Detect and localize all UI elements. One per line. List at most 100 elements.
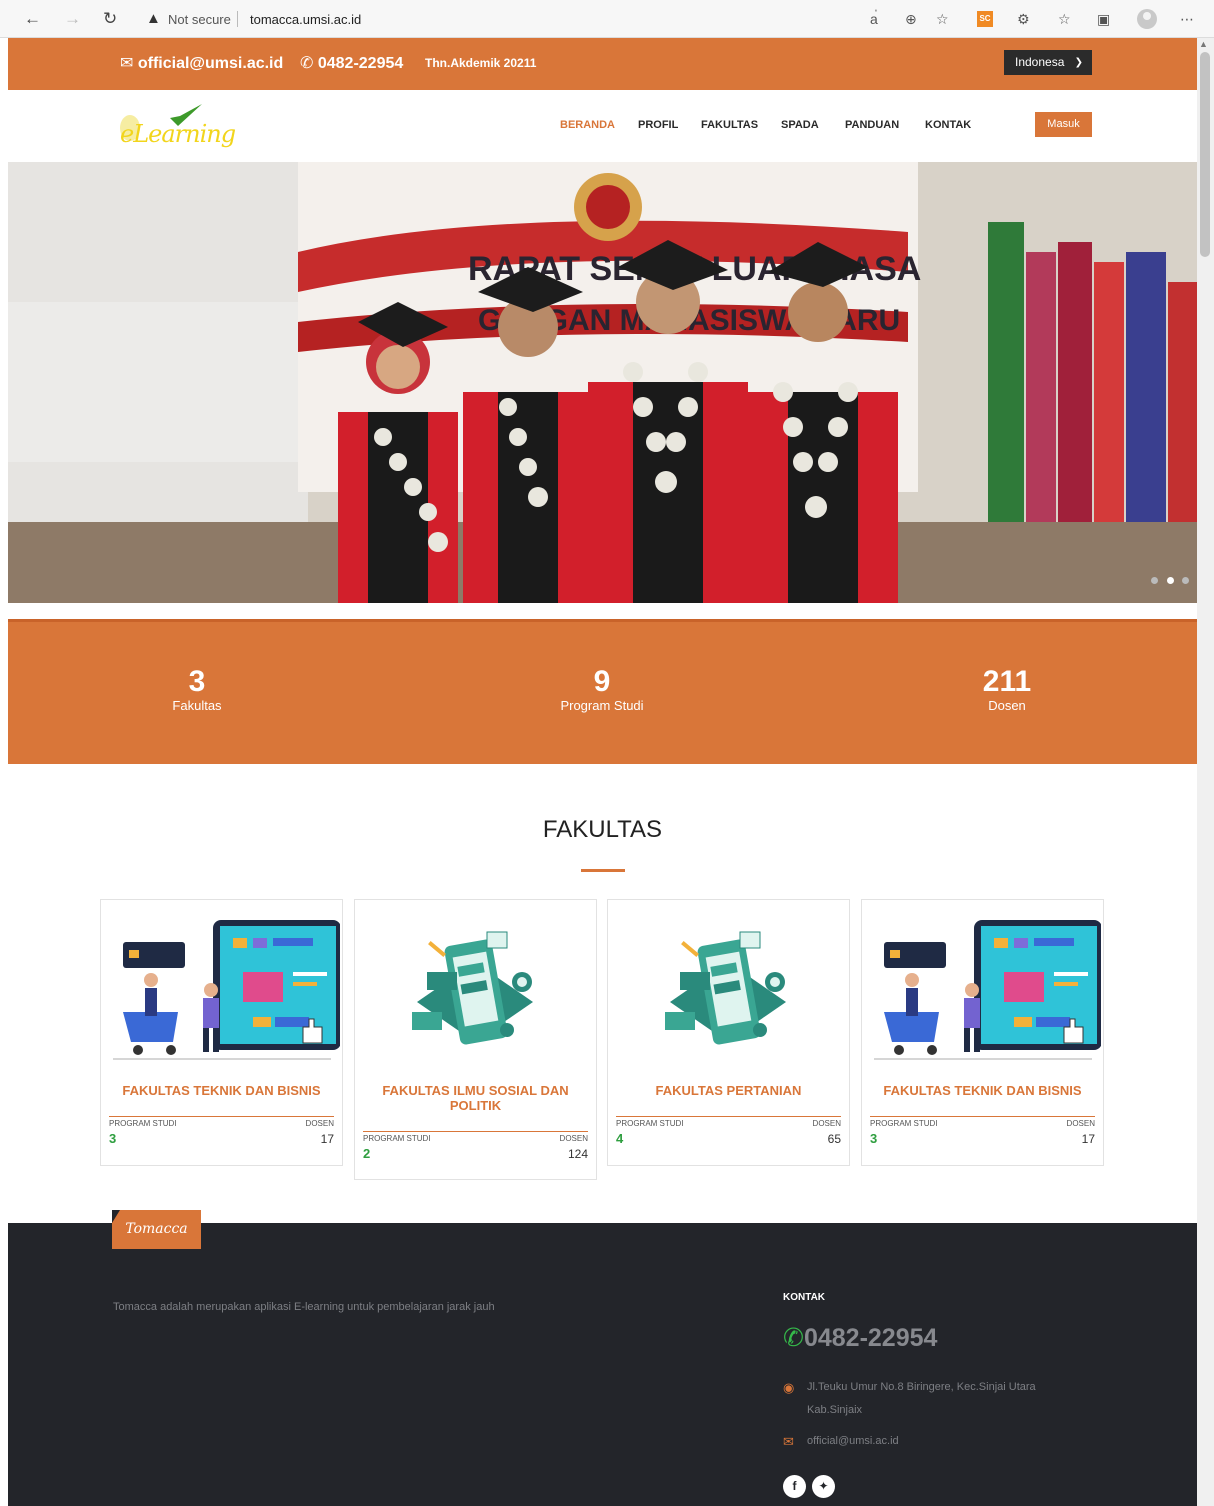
site-logo[interactable]: eLearning bbox=[112, 102, 236, 150]
program-studi-count: 2 bbox=[363, 1146, 371, 1161]
footer-phone[interactable]: ✆0482-22954 bbox=[783, 1323, 937, 1353]
page-scrollbar[interactable] bbox=[1197, 38, 1214, 1506]
site-footer: Tomacca Tomacca adalah merupakan aplikas… bbox=[8, 1210, 1197, 1506]
slider-indicators bbox=[1147, 571, 1189, 589]
dosen-label: DOSEN bbox=[305, 1119, 334, 1128]
footer-kontak-title: KONTAK bbox=[783, 1292, 826, 1303]
slide-dot[interactable] bbox=[1182, 577, 1189, 584]
mobile-app-illustration bbox=[665, 931, 786, 1045]
stat-dosen: 211 Dosen bbox=[907, 666, 1107, 714]
fakultas-card[interactable]: FAKULTAS TEKNIK DAN BISNIS PROGRAM STUDI… bbox=[100, 899, 343, 1166]
topbar-phone[interactable]: ✆ 0482-22954 bbox=[300, 53, 403, 73]
top-contact-bar: ✉ official@umsi.ac.id ✆ 0482-22954 Thn.A… bbox=[8, 38, 1197, 90]
nav-item-profil[interactable]: PROFIL bbox=[638, 119, 678, 131]
facebook-icon[interactable]: f bbox=[783, 1475, 806, 1498]
page-viewport: ✉ official@umsi.ac.id ✆ 0482-22954 Thn.A… bbox=[8, 38, 1197, 1506]
forward-arrow-icon[interactable]: → bbox=[64, 9, 81, 29]
section-title-underline bbox=[581, 869, 625, 872]
nav-item-beranda[interactable]: BERANDA bbox=[560, 119, 615, 131]
extensions-icon[interactable]: ⚙ bbox=[1017, 10, 1030, 28]
fakultas-card-meta: PROGRAM STUDI DOSEN 3 17 bbox=[109, 1116, 334, 1162]
back-arrow-icon[interactable]: ← bbox=[24, 9, 41, 29]
profile-avatar-icon[interactable] bbox=[1137, 9, 1157, 29]
stat-program-studi: 9 Program Studi bbox=[502, 666, 702, 714]
fakultas-card[interactable]: FAKULTAS TEKNIK DAN BISNIS PROGRAM STUDI… bbox=[861, 899, 1104, 1166]
program-studi-count: 4 bbox=[616, 1131, 624, 1146]
fakultas-card-title[interactable]: FAKULTAS TEKNIK DAN BISNIS bbox=[107, 1083, 336, 1098]
dosen-label: DOSEN bbox=[559, 1134, 588, 1143]
whatsapp-icon: ✆ bbox=[783, 1324, 804, 1352]
mail-icon: ✉ bbox=[120, 55, 134, 72]
extension-sc-icon[interactable]: SC bbox=[977, 11, 993, 27]
section-title-fakultas: FAKULTAS bbox=[542, 816, 663, 843]
warning-icon[interactable]: ▲ bbox=[146, 10, 161, 27]
fakultas-card-title[interactable]: FAKULTAS TEKNIK DAN BISNIS bbox=[868, 1083, 1097, 1098]
nav-item-fakultas[interactable]: FAKULTAS bbox=[701, 119, 758, 131]
reload-icon[interactable]: ↻ bbox=[103, 9, 117, 29]
online-shopping-illustration bbox=[874, 920, 1101, 1060]
hero-slider[interactable]: RAPAT SENAT LUAR BIASA GUNGAN MAHASISWA … bbox=[8, 162, 1197, 603]
program-studi-label: PROGRAM STUDI bbox=[363, 1134, 431, 1143]
footer-description: Tomacca adalah merupakan aplikasi E-lear… bbox=[113, 1301, 495, 1313]
footer-email[interactable]: official@umsi.ac.id bbox=[807, 1435, 899, 1447]
favorites-icon[interactable]: ☆ bbox=[1058, 10, 1071, 28]
main-navbar: eLearning BERANDA PROFIL FAKULTAS SPADA … bbox=[8, 90, 1197, 162]
topbar-email[interactable]: ✉ official@umsi.ac.id bbox=[120, 53, 283, 73]
more-menu-icon[interactable]: ⋯ bbox=[1180, 10, 1194, 28]
program-studi-count: 3 bbox=[870, 1131, 878, 1146]
twitter-icon[interactable]: ✦ bbox=[812, 1475, 835, 1498]
footer-phone-text: 0482-22954 bbox=[803, 1324, 938, 1352]
dosen-count: 17 bbox=[1081, 1132, 1095, 1146]
slide-dot-active[interactable] bbox=[1166, 577, 1174, 584]
whatsapp-icon: ✆ bbox=[300, 55, 314, 72]
scroll-up-arrow-icon[interactable]: ▲ bbox=[1199, 39, 1208, 49]
address-bar-url[interactable]: tomacca.umsi.ac.id bbox=[250, 12, 361, 27]
fakultas-card-title[interactable]: FAKULTAS PERTANIAN bbox=[614, 1083, 843, 1098]
scrollbar-thumb[interactable] bbox=[1200, 52, 1210, 257]
program-studi-label: PROGRAM STUDI bbox=[616, 1119, 684, 1128]
program-studi-label: PROGRAM STUDI bbox=[109, 1119, 177, 1128]
slide-dot[interactable] bbox=[1151, 577, 1159, 584]
fakultas-card[interactable]: FAKULTAS PERTANIAN PROGRAM STUDI DOSEN 4… bbox=[607, 899, 850, 1166]
language-select[interactable]: Indonesa ❯ bbox=[1004, 50, 1092, 75]
stat-value: 3 bbox=[188, 665, 206, 698]
footer-brand: Tomacca bbox=[112, 1210, 201, 1249]
mail-icon: ✉ bbox=[783, 1434, 794, 1449]
add-favorite-icon[interactable]: ☆ bbox=[936, 10, 949, 28]
stat-label: Dosen bbox=[988, 698, 1026, 713]
online-shopping-illustration bbox=[113, 920, 340, 1060]
browser-toolbar: ← → ↻ ▲ Not secure tomacca.umsi.ac.id a่… bbox=[0, 0, 1214, 38]
topbar-phone-text: 0482-22954 bbox=[317, 55, 404, 72]
hero-photo: RAPAT SENAT LUAR BIASA GUNGAN MAHASISWA … bbox=[8, 162, 1197, 603]
nav-item-spada[interactable]: SPADA bbox=[781, 119, 819, 131]
dosen-count: 65 bbox=[827, 1132, 841, 1146]
stat-label: Fakultas bbox=[172, 698, 222, 713]
dosen-count: 124 bbox=[567, 1147, 588, 1161]
address-divider bbox=[237, 11, 238, 27]
read-aloud-icon[interactable]: a่ bbox=[870, 10, 878, 28]
login-button[interactable]: Masuk bbox=[1035, 112, 1092, 137]
footer-address-line1: Jl.Teuku Umur No.8 Biringere, Kec.Sinjai… bbox=[807, 1381, 1036, 1393]
dosen-label: DOSEN bbox=[1066, 1119, 1095, 1128]
dosen-count: 17 bbox=[320, 1132, 334, 1146]
nav-item-panduan[interactable]: PANDUAN bbox=[845, 119, 899, 131]
fakultas-card-title[interactable]: FAKULTAS ILMU SOSIAL DAN POLITIK bbox=[361, 1083, 590, 1113]
security-label[interactable]: Not secure bbox=[168, 12, 231, 27]
nav-item-kontak[interactable]: KONTAK bbox=[925, 119, 971, 131]
zoom-icon[interactable]: ⊕ bbox=[905, 10, 917, 28]
dosen-label: DOSEN bbox=[812, 1119, 841, 1128]
logo-text: eLearning bbox=[120, 120, 236, 148]
collections-icon[interactable]: ▣ bbox=[1097, 10, 1110, 28]
fakultas-card-meta: PROGRAM STUDI DOSEN 2 124 bbox=[363, 1131, 588, 1177]
location-pin-icon: ◉ bbox=[783, 1380, 795, 1395]
fakultas-card-meta: PROGRAM STUDI DOSEN 3 17 bbox=[870, 1116, 1095, 1162]
stats-band: 3 Fakultas 9 Program Studi 211 Dosen bbox=[8, 619, 1197, 764]
program-studi-label: PROGRAM STUDI bbox=[870, 1119, 938, 1128]
stat-value: 9 bbox=[593, 665, 611, 698]
stat-label: Program Studi bbox=[560, 698, 644, 713]
academic-year: Thn.Akdemik 20211 bbox=[425, 56, 537, 70]
chevron-down-icon: ❯ bbox=[1074, 57, 1083, 68]
language-select-value: Indonesa bbox=[1015, 55, 1065, 69]
fakultas-card-meta: PROGRAM STUDI DOSEN 4 65 bbox=[616, 1116, 841, 1162]
fakultas-card[interactable]: FAKULTAS ILMU SOSIAL DAN POLITIK PROGRAM… bbox=[354, 899, 597, 1180]
